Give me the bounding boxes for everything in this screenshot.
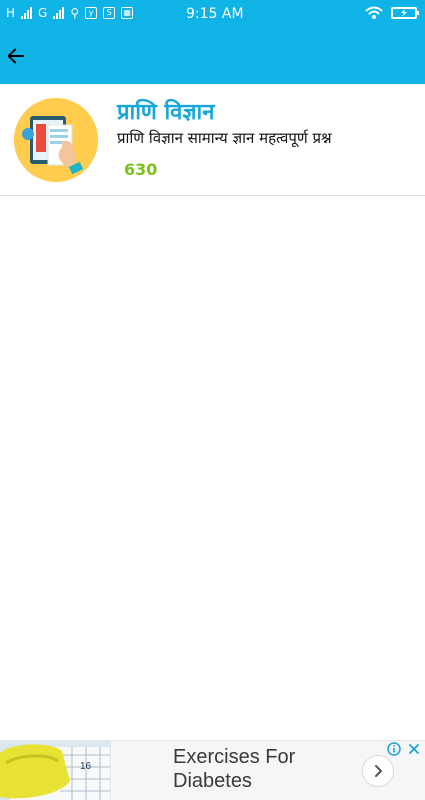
ad-image: 16 <box>0 741 111 800</box>
tablet-touch-illustration-icon <box>14 98 98 182</box>
calendar-scale-image-icon: 16 <box>0 741 111 800</box>
network-type-1: H <box>6 6 16 20</box>
back-button[interactable] <box>2 42 30 70</box>
question-count: 630 <box>124 160 158 179</box>
status-left: H G ⚲ y S ▦ <box>6 6 134 20</box>
ad-next-button[interactable] <box>362 755 394 787</box>
svg-text:16: 16 <box>80 761 92 772</box>
info-icon[interactable] <box>387 742 401 756</box>
category-list-item[interactable]: प्राणि विज्ञान प्राणि विज्ञान सामान्य ज्… <box>0 84 425 196</box>
status-bar: H G ⚲ y S ▦ 9:15 AM <box>0 0 425 30</box>
battery-icon <box>391 7 419 19</box>
network-type-2: G <box>38 6 48 20</box>
ad-headline[interactable]: Exercises For Diabetes <box>173 745 333 793</box>
status-time: 9:15 AM <box>186 6 244 22</box>
chevron-right-icon <box>375 765 382 777</box>
ad-controls <box>387 742 421 756</box>
wifi-icon <box>365 6 383 19</box>
signal-icon <box>21 7 33 19</box>
category-thumbnail <box>14 98 98 182</box>
usb-icon: ⚲ <box>70 6 80 20</box>
app-notification-icon: y <box>85 7 98 19</box>
close-icon[interactable] <box>407 742 421 756</box>
category-title: प्राणि विज्ञान <box>117 100 215 125</box>
status-right <box>365 6 419 20</box>
video-icon: ▦ <box>121 7 134 19</box>
arrow-left-icon <box>7 48 25 64</box>
signal-icon <box>53 7 65 19</box>
app-notification-icon: S <box>103 7 116 19</box>
category-subtitle: प्राणि विज्ञान सामान्य ज्ञान महत्वपूर्ण … <box>117 129 332 147</box>
top-app-bar: H G ⚲ y S ▦ 9:15 AM <box>0 0 425 84</box>
